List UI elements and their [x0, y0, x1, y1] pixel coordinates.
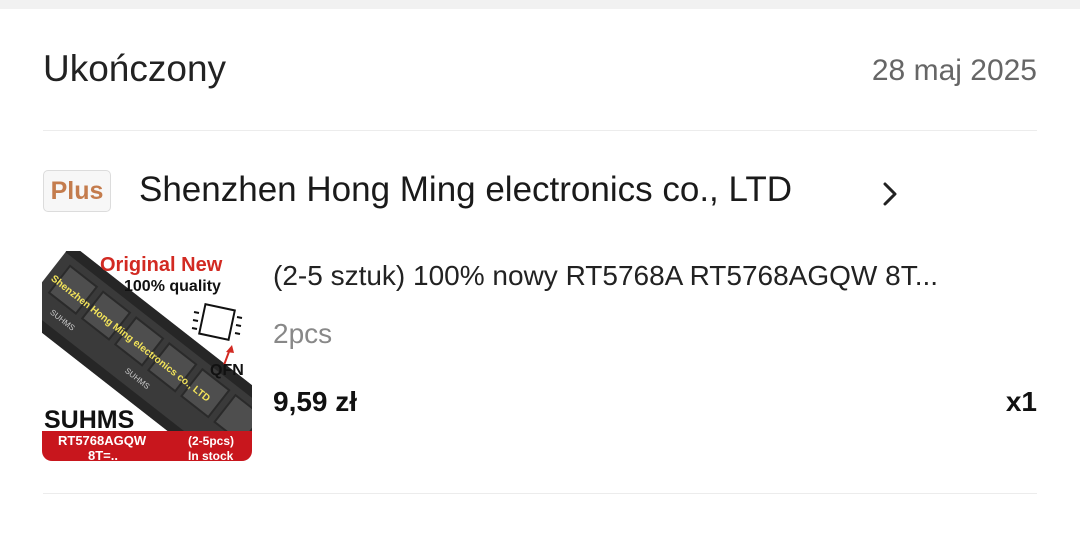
store-link[interactable]: Plus Shenzhen Hong Ming electronics co.,…	[43, 170, 943, 216]
image-package: QFN	[210, 362, 244, 379]
product-title[interactable]: (2-5 sztuk) 100% nowy RT5768A RT5768AGQW…	[273, 260, 1033, 292]
plus-badge: Plus	[43, 170, 111, 212]
image-pack: (2-5pcs)	[188, 434, 234, 448]
image-headline: Original New	[100, 254, 223, 276]
image-code: 8T=..	[88, 448, 118, 461]
product-image[interactable]: SUHMS SUHMS Shenzhen Hong Ming electroni…	[42, 251, 252, 461]
chevron-right-icon[interactable]	[880, 179, 900, 209]
image-part: RT5768AGQW	[58, 433, 147, 448]
product-quantity: x1	[1005, 386, 1037, 417]
order-status: Ukończony	[43, 48, 227, 89]
top-band	[0, 0, 1080, 9]
store-name[interactable]: Shenzhen Hong Ming electronics co., LTD	[139, 170, 792, 210]
order-date: 28 maj 2025	[871, 54, 1037, 87]
image-brand: SUHMS	[44, 406, 134, 434]
product-image-graphic: SUHMS SUHMS Shenzhen Hong Ming electroni…	[42, 251, 252, 461]
product-variant: 2pcs	[273, 318, 333, 349]
product-price: 9,59 zł	[273, 386, 358, 417]
order-header: Ukończony 28 maj 2025	[43, 48, 1037, 98]
image-stock: In stock	[188, 449, 234, 461]
divider	[43, 130, 1037, 131]
image-quality: 100% quality	[124, 278, 221, 295]
divider	[43, 493, 1037, 494]
